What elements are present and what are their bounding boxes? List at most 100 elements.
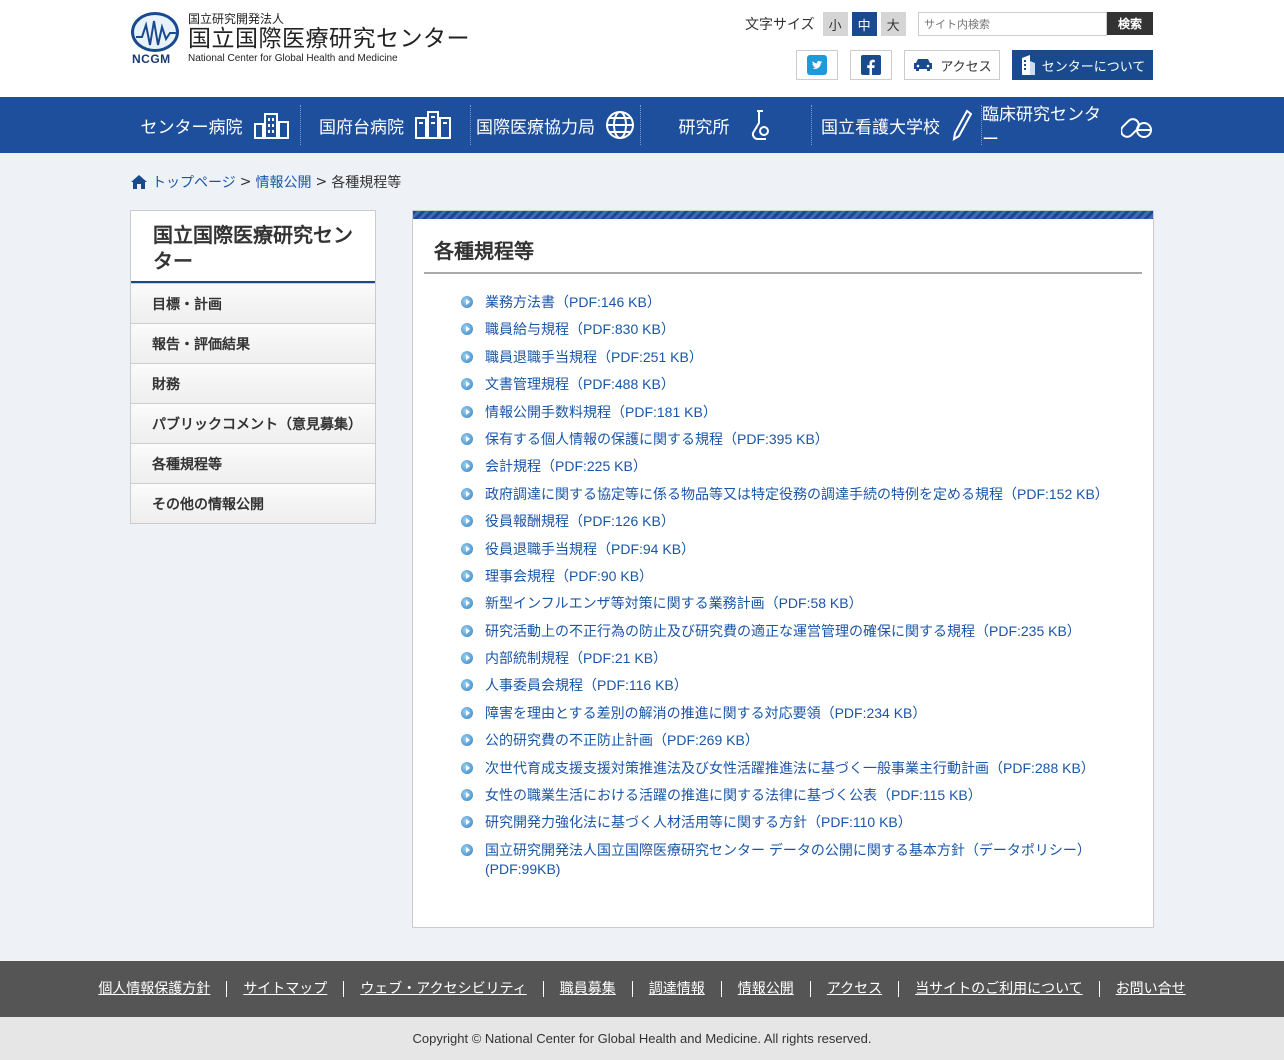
pdf-document-link[interactable]: 研究活動上の不正行為の防止及び研究費の適正な運営管理の確保に関する規程（PDF:…	[485, 623, 1081, 639]
list-item: 情報公開手数料規程（PDF:181 KB）	[461, 403, 1111, 422]
arrow-bullet-icon	[461, 296, 473, 308]
pdf-document-link[interactable]: 研究開発力強化法に基づく人材活用等に関する方針（PDF:110 KB）	[485, 814, 912, 830]
sidebar-item-other-disclosure[interactable]: その他の情報公開	[131, 483, 375, 523]
arrow-bullet-icon	[461, 652, 473, 665]
sidebar-item-public-comment[interactable]: パブリックコメント（意見募集）	[131, 403, 375, 443]
font-size-medium-button[interactable]: 中	[851, 12, 877, 36]
pdf-document-link[interactable]: 政府調達に関する協定等に係る物品等又は特定役務の調達手続の特例を定める規程（PD…	[485, 486, 1109, 502]
arrow-bullet-icon	[461, 679, 473, 692]
footer-link[interactable]: お問い合せ	[1100, 981, 1202, 997]
pdf-document-link[interactable]: 職員給与規程（PDF:830 KB）	[485, 321, 675, 337]
list-item: 職員退職手当規程（PDF:251 KB）	[461, 348, 1111, 367]
pdf-document-link[interactable]: 国立研究開発法人国立国際医療研究センター データの公開に関する基本方針（データポ…	[485, 842, 1091, 877]
pdf-document-link[interactable]: 役員退職手当規程（PDF:94 KB）	[485, 541, 695, 557]
document-link-list: 業務方法書（PDF:146 KB） 職員給与規程（PDF:830 KB） 職員退職手…	[461, 293, 1111, 879]
pdf-document-link[interactable]: 文書管理規程（PDF:488 KB）	[485, 376, 675, 392]
breadcrumb-parent-link[interactable]: 情報公開	[255, 172, 311, 192]
nav-center-hospital[interactable]: センター病院	[131, 105, 301, 145]
footer-link[interactable]: サイトマップ	[227, 981, 345, 997]
pdf-document-link[interactable]: 次世代育成支援支援対策推進法及び女性活躍推進法に基づく一般事業主行動計画（PDF…	[485, 760, 1095, 776]
nav-clinical-research-center[interactable]: 臨床研究センター	[982, 105, 1153, 150]
site-logo[interactable]: NCGM 国立研究開発法人 国立国際医療研究センター National Cent…	[131, 12, 470, 66]
arrow-bullet-icon	[461, 378, 473, 391]
pdf-document-link[interactable]: 障害を理由とする差別の解消の推進に関する対応要領（PDF:234 KB）	[485, 705, 926, 721]
pdf-document-link[interactable]: 人事委員会規程（PDF:116 KB）	[485, 677, 688, 693]
nav-kohnodai-hospital[interactable]: 国府台病院	[301, 105, 471, 145]
list-item: 理事会規程（PDF:90 KB）	[461, 567, 1111, 586]
breadcrumb-current: 各種規程等	[331, 175, 402, 191]
pdf-document-link[interactable]: 新型インフルエンザ等対策に関する業務計画（PDF:58 KB）	[485, 595, 863, 611]
list-item: 会計規程（PDF:225 KB）	[461, 457, 1111, 476]
nav-global-health-bureau[interactable]: 国際医療協力局	[471, 105, 641, 145]
list-item: 公的研究費の不正防止計画（PDF:269 KB）	[461, 731, 1111, 750]
footer-link[interactable]: 個人情報保護方針	[82, 981, 228, 997]
nav-label: 国立看護大学校	[821, 117, 940, 138]
pdf-document-link[interactable]: 役員報酬規程（PDF:126 KB）	[485, 513, 675, 529]
search-input[interactable]	[918, 12, 1107, 36]
site-header: NCGM 国立研究開発法人 国立国際医療研究センター National Cent…	[0, 0, 1284, 97]
about-center-label: センターについて	[1041, 59, 1146, 75]
main-content: 各種規程等 業務方法書（PDF:146 KB） 職員給与規程（PDF:830 KB…	[412, 210, 1154, 928]
facebook-button[interactable]	[850, 50, 892, 80]
breadcrumb: トップページ > 情報公開 > 各種規程等	[131, 172, 401, 192]
list-item: 研究活動上の不正行為の防止及び研究費の適正な運営管理の確保に関する規程（PDF:…	[461, 622, 1111, 641]
pdf-document-link[interactable]: 理事会規程（PDF:90 KB）	[485, 568, 653, 584]
nav-label: 国際医療協力局	[476, 117, 595, 138]
sidebar-item-regulations[interactable]: 各種規程等	[131, 443, 375, 483]
pdf-document-link[interactable]: 業務方法書（PDF:146 KB）	[485, 294, 661, 310]
sidebar-item-finance[interactable]: 財務	[131, 363, 375, 403]
pdf-document-link[interactable]: 会計規程（PDF:225 KB）	[485, 458, 647, 474]
pdf-document-link[interactable]: 公的研究費の不正防止計画（PDF:269 KB）	[485, 732, 759, 748]
pdf-document-link[interactable]: 内部統制規程（PDF:21 KB）	[485, 650, 667, 666]
about-center-button[interactable]: センターについて	[1012, 50, 1153, 80]
font-size-large-button[interactable]: 大	[880, 12, 906, 36]
search-button[interactable]: 検索	[1107, 12, 1153, 35]
list-item: 新型インフルエンザ等対策に関する業務計画（PDF:58 KB）	[461, 594, 1111, 613]
nav-research-institute[interactable]: 研究所	[641, 105, 812, 145]
list-item: 業務方法書（PDF:146 KB）	[461, 293, 1111, 312]
footer-link[interactable]: 職員募集	[544, 981, 633, 997]
sidebar-item-goals-plans[interactable]: 目標・計画	[131, 283, 375, 323]
flask-icon	[748, 109, 774, 141]
list-item: 女性の職業生活における活躍の推進に関する法律に基づく公表（PDF:115 KB）	[461, 786, 1111, 805]
nav-label: 研究所	[678, 117, 730, 138]
arrow-bullet-icon	[461, 405, 473, 418]
footer-link[interactable]: 当サイトのご利用について	[899, 981, 1100, 997]
list-item: 次世代育成支援支援対策推進法及び女性活躍推進法に基づく一般事業主行動計画（PDF…	[461, 759, 1111, 778]
breadcrumb-home-link[interactable]: トップページ	[152, 172, 236, 192]
nav-label: センター病院	[140, 117, 243, 138]
arrow-bullet-icon	[461, 816, 473, 829]
sidebar-item-reports-evaluations[interactable]: 報告・評価結果	[131, 323, 375, 363]
arrow-bullet-icon	[461, 706, 473, 719]
pdf-document-link[interactable]: 職員退職手当規程（PDF:251 KB）	[485, 349, 703, 365]
arrow-bullet-icon	[461, 487, 473, 500]
list-item: 政府調達に関する協定等に係る物品等又は特定役務の調達手続の特例を定める規程（PD…	[461, 485, 1111, 504]
arrow-bullet-icon	[461, 323, 473, 336]
arrow-bullet-icon	[461, 569, 473, 582]
footer-link[interactable]: 情報公開	[722, 981, 811, 997]
list-item: 内部統制規程（PDF:21 KB）	[461, 649, 1111, 668]
footer-link[interactable]: 調達情報	[633, 981, 722, 997]
list-item: 研究開発力強化法に基づく人材活用等に関する方針（PDF:110 KB）	[461, 813, 1111, 832]
font-size-label: 文字サイズ	[745, 17, 815, 33]
copyright: Copyright © National Center for Global H…	[0, 1017, 1284, 1060]
hospital-building-icon	[253, 110, 291, 140]
home-icon	[131, 175, 147, 189]
header-buttons: アクセス センターについて	[796, 50, 1153, 80]
access-button[interactable]: アクセス	[904, 50, 1000, 80]
nav-nursing-college[interactable]: 国立看護大学校	[812, 105, 982, 145]
pdf-document-link[interactable]: 保有する個人情報の保護に関する規程（PDF:395 KB）	[485, 431, 829, 447]
font-size-small-button[interactable]: 小	[822, 12, 848, 36]
pdf-document-link[interactable]: 情報公開手数料規程（PDF:181 KB）	[485, 404, 717, 420]
list-item: 文書管理規程（PDF:488 KB）	[461, 375, 1111, 394]
footer-link[interactable]: アクセス	[811, 981, 900, 997]
arrow-bullet-icon	[461, 542, 473, 555]
breadcrumb-separator: >	[239, 174, 252, 190]
footer-link[interactable]: ウェブ・アクセシビリティ	[344, 981, 544, 997]
global-nav: センター病院 国府台病院 国際医療協力局 研究所 国立看護大学校 臨床研究センタ…	[0, 97, 1284, 153]
pdf-document-link[interactable]: 女性の職業生活における活躍の推進に関する法律に基づく公表（PDF:115 KB）	[485, 787, 982, 803]
twitter-button[interactable]	[796, 50, 838, 80]
access-label: アクセス	[940, 59, 992, 75]
list-item: 人事委員会規程（PDF:116 KB）	[461, 676, 1111, 695]
arrow-bullet-icon	[461, 515, 473, 528]
